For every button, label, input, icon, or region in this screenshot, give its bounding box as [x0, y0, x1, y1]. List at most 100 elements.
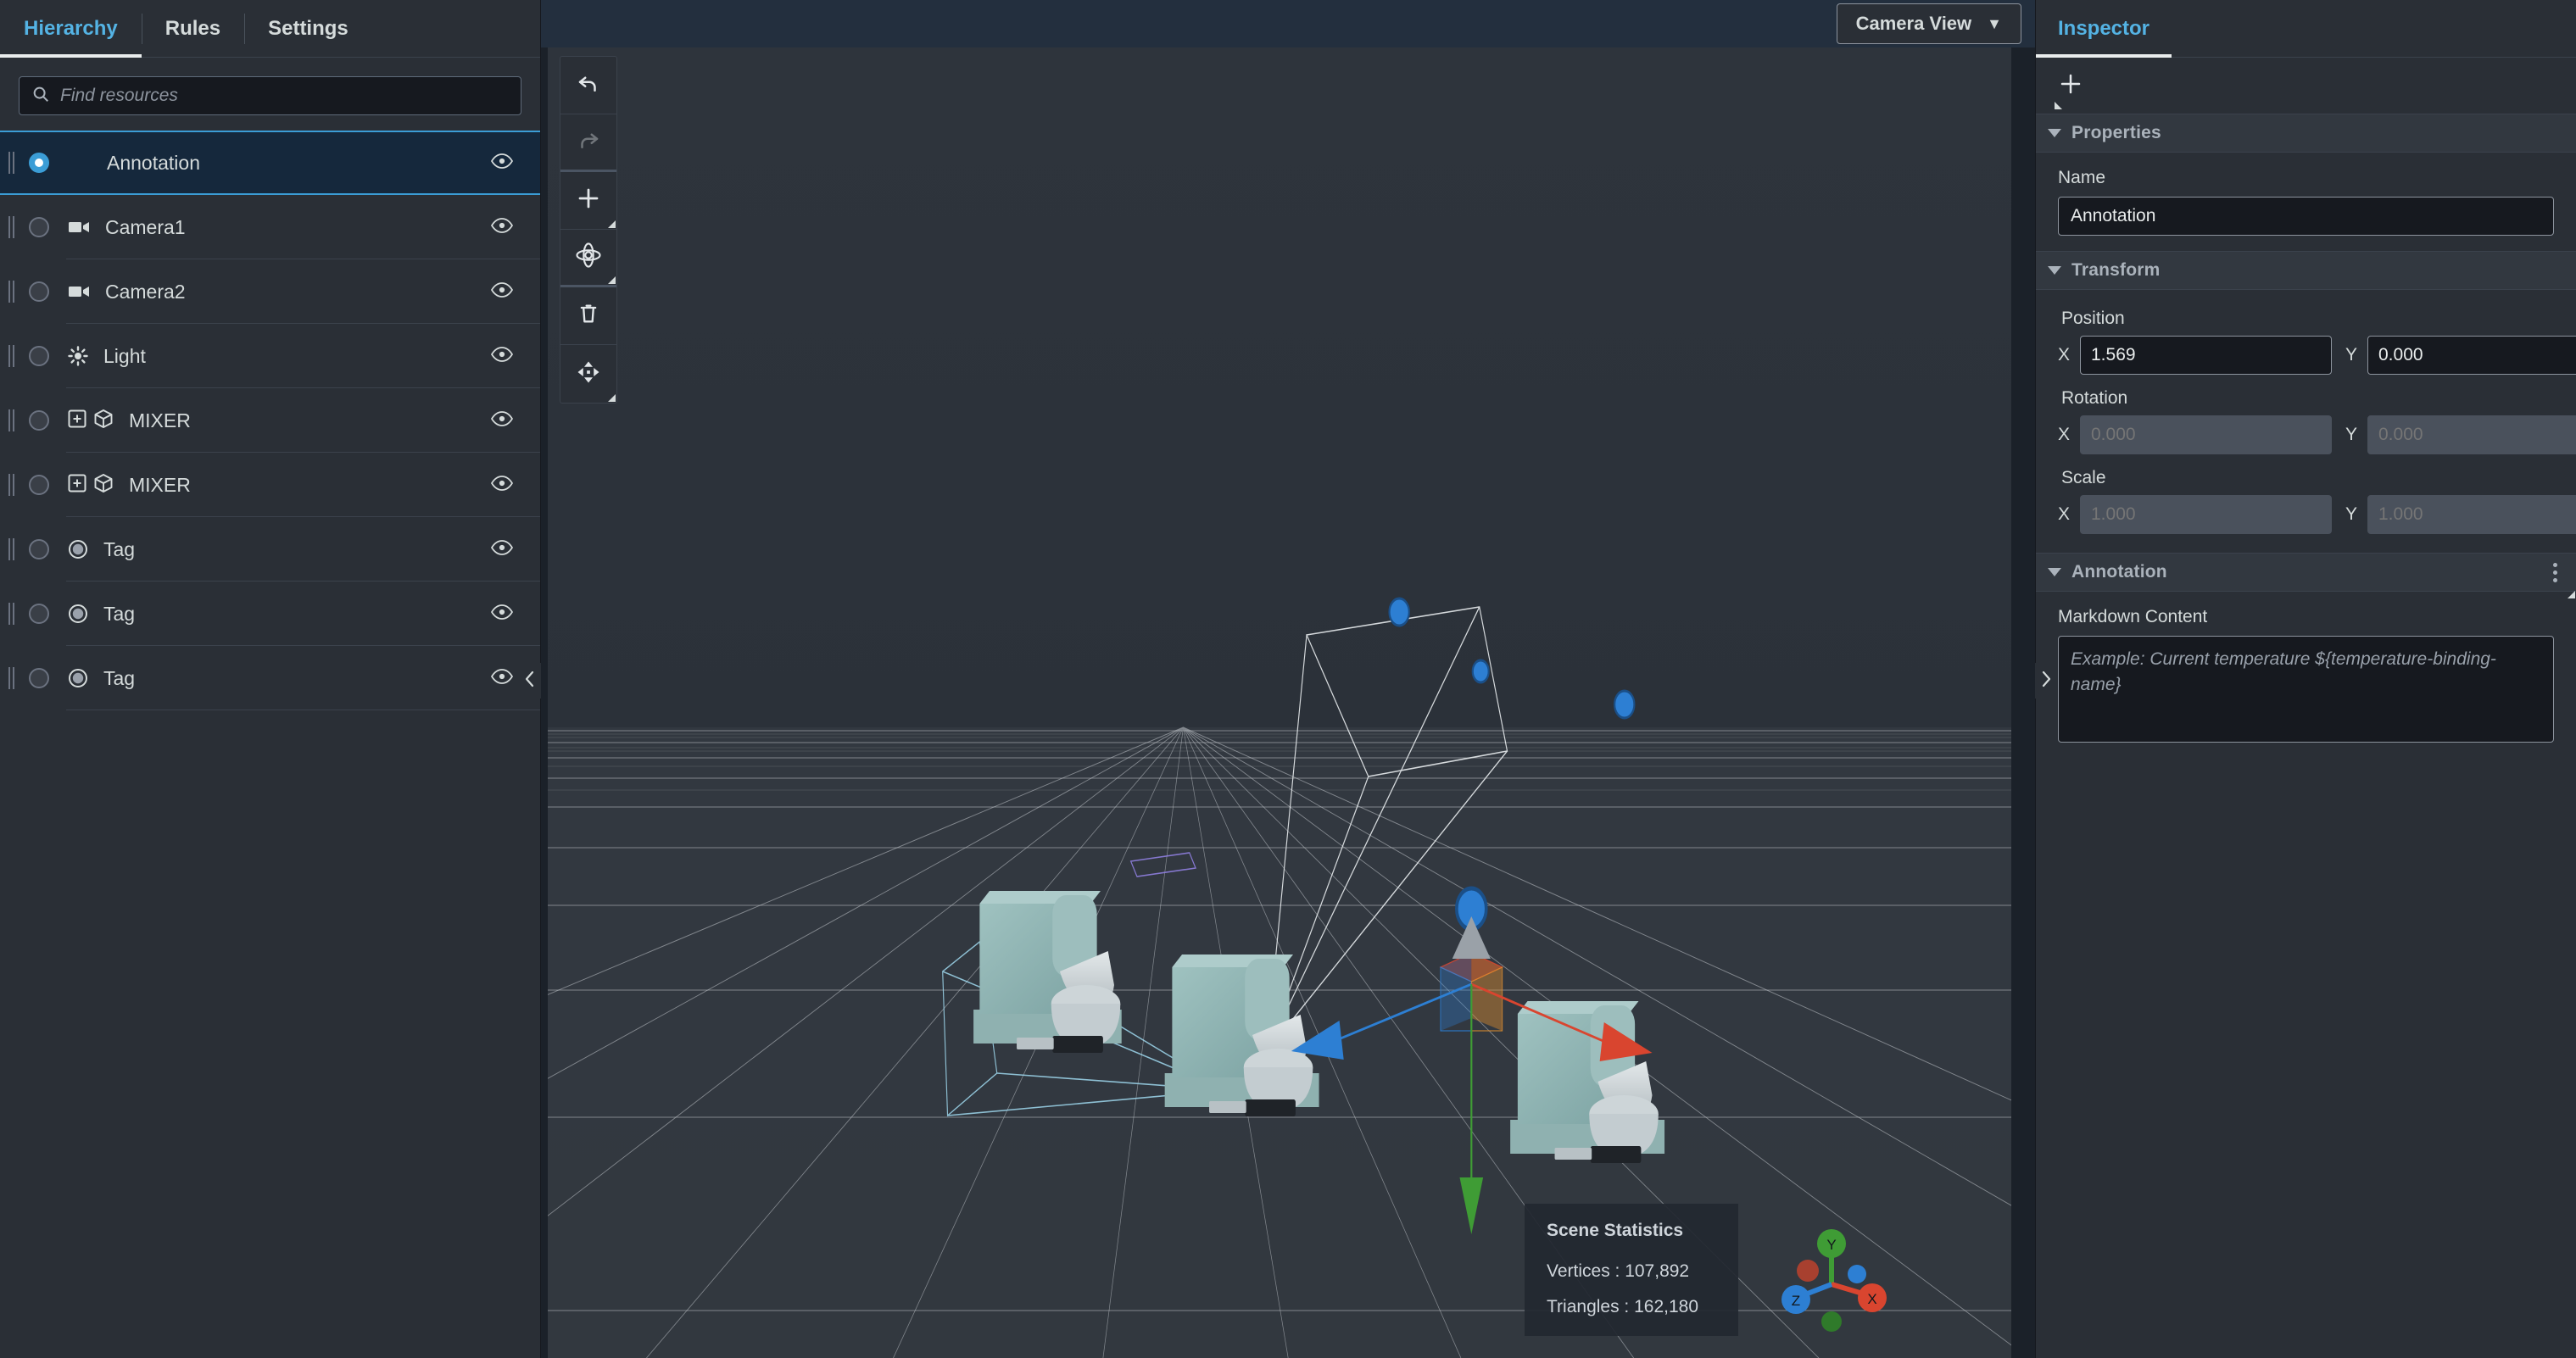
camera-icon — [68, 220, 90, 235]
add-dropdown-corner-icon[interactable] — [2055, 102, 2062, 109]
tree-row-mixer-2[interactable]: MIXER — [0, 453, 540, 517]
drag-handle-icon[interactable] — [8, 281, 20, 303]
visibility-eye-icon[interactable] — [491, 668, 513, 688]
transform-mode-button[interactable] — [560, 230, 616, 287]
drag-handle-icon[interactable] — [8, 345, 20, 367]
axis-label-y: Y — [1826, 1237, 1836, 1253]
tree-row-tag-2[interactable]: Tag — [0, 582, 540, 646]
row-radio[interactable] — [29, 668, 49, 688]
visibility-eye-icon[interactable] — [491, 604, 513, 624]
tab-rules[interactable]: Rules — [141, 0, 244, 58]
tree-row-tag-3[interactable]: Tag — [0, 646, 540, 710]
name-input[interactable] — [2058, 197, 2554, 236]
undo-button[interactable] — [560, 57, 616, 114]
search-input[interactable] — [60, 86, 509, 106]
inspector-add-row — [2036, 58, 2576, 114]
section-title-properties: Properties — [2071, 123, 2161, 142]
position-y-input[interactable] — [2367, 336, 2576, 375]
section-resize-corner-icon[interactable] — [2568, 591, 2575, 598]
search-box[interactable] — [19, 76, 521, 115]
3d-viewport[interactable]: Scene Statistics Vertices : 107,892 Tria… — [548, 47, 2011, 1358]
tag-marker-3 — [1471, 659, 1490, 684]
add-component-button[interactable] — [2058, 71, 2083, 101]
axis-orientation-gizmo[interactable]: Y X Z — [1765, 1218, 1901, 1350]
scale-row: X Y Z — [2058, 495, 2576, 534]
visibility-eye-icon[interactable] — [491, 346, 513, 366]
expand-plus-icon[interactable] — [68, 409, 86, 432]
tree-row-tag-1[interactable]: Tag — [0, 517, 540, 582]
expand-plus-icon[interactable] — [68, 474, 86, 497]
chevron-down-icon — [2048, 568, 2061, 576]
row-radio[interactable] — [29, 410, 49, 431]
add-object-button[interactable] — [560, 172, 616, 230]
tree-node-label: Camera2 — [105, 280, 186, 303]
visibility-eye-icon[interactable] — [491, 410, 513, 431]
scale-x-cell: X — [2058, 495, 2345, 534]
tab-inspector[interactable]: Inspector — [2036, 0, 2172, 58]
tree-row-camera1[interactable]: Camera1 — [0, 195, 540, 259]
drag-handle-icon[interactable] — [8, 603, 20, 625]
annotation-selected-marker — [1455, 886, 1488, 932]
scale-y-cell: Y — [2345, 495, 2576, 534]
scale-y-input — [2367, 495, 2576, 534]
move-tool-button[interactable] — [560, 345, 616, 403]
visibility-eye-icon[interactable] — [491, 475, 513, 495]
visibility-eye-icon[interactable] — [491, 281, 513, 302]
move-arrows-icon — [576, 359, 601, 389]
position-x-input[interactable] — [2080, 336, 2332, 375]
axis-x-label: X — [2058, 425, 2071, 444]
drag-handle-icon[interactable] — [8, 152, 20, 174]
axis-label-z: Z — [1792, 1293, 1800, 1309]
row-radio[interactable] — [29, 539, 49, 559]
tree-row-light[interactable]: Light — [0, 324, 540, 388]
row-radio[interactable] — [29, 475, 49, 495]
tree-row-mixer-1[interactable]: MIXER — [0, 388, 540, 453]
tab-settings[interactable]: Settings — [244, 0, 372, 58]
row-radio[interactable] — [29, 217, 49, 237]
tree-row-camera2[interactable]: Camera2 — [0, 259, 540, 324]
hierarchy-panel: Hierarchy Rules Settings Find resources … — [0, 0, 541, 1358]
visibility-eye-icon[interactable] — [491, 153, 513, 173]
visibility-eye-icon[interactable] — [491, 217, 513, 237]
tree-node-label: Tag — [103, 666, 136, 689]
tree-row-annotation[interactable]: Annotation — [0, 131, 540, 195]
delete-button[interactable] — [560, 287, 616, 345]
markdown-content-textarea[interactable] — [2058, 636, 2554, 743]
scene-render — [548, 47, 2011, 1358]
camera-view-dropdown[interactable]: Camera View ▼ — [1836, 3, 2021, 44]
drag-handle-icon[interactable] — [8, 409, 20, 431]
row-radio[interactable] — [29, 604, 49, 624]
kebab-menu-icon[interactable] — [2553, 562, 2557, 582]
collapse-right-panel-button[interactable] — [2035, 663, 2057, 698]
drag-handle-icon[interactable] — [8, 667, 20, 689]
tree-node-label: Annotation — [107, 151, 200, 174]
tag-icon — [68, 539, 88, 559]
trash-icon — [577, 302, 600, 330]
tag-icon — [68, 668, 88, 688]
axis-y-label: Y — [2345, 425, 2358, 444]
scene-composer-app: Hierarchy Rules Settings Find resources … — [0, 0, 2576, 1358]
light-icon — [68, 346, 88, 366]
tree-node-label: Tag — [103, 602, 136, 625]
tab-inspector-label: Inspector — [2058, 17, 2150, 40]
row-radio[interactable] — [29, 346, 49, 366]
chevron-down-icon — [2048, 266, 2061, 275]
visibility-eye-icon[interactable] — [491, 539, 513, 559]
row-radio-selected[interactable] — [29, 153, 49, 173]
scene-statistics-title: Scene Statistics — [1547, 1221, 1684, 1240]
rotation-row: X Y Z — [2058, 415, 2576, 454]
collapse-left-panel-button[interactable] — [519, 663, 541, 698]
section-header-transform[interactable]: Transform — [2036, 251, 2576, 290]
drag-handle-icon[interactable] — [8, 538, 20, 560]
name-field-label: Name — [2058, 168, 2106, 187]
redo-button[interactable] — [560, 114, 616, 172]
drag-handle-icon[interactable] — [8, 474, 20, 496]
section-body-annotation: Markdown Content — [2036, 592, 2576, 762]
drag-handle-icon[interactable] — [8, 216, 20, 238]
row-radio[interactable] — [29, 281, 49, 302]
tab-hierarchy[interactable]: Hierarchy — [0, 0, 142, 58]
section-header-properties[interactable]: Properties — [2036, 114, 2576, 153]
section-header-annotation[interactable]: Annotation — [2036, 553, 2576, 598]
cube-icon — [93, 473, 114, 498]
markdown-content-label: Markdown Content — [2058, 607, 2208, 626]
